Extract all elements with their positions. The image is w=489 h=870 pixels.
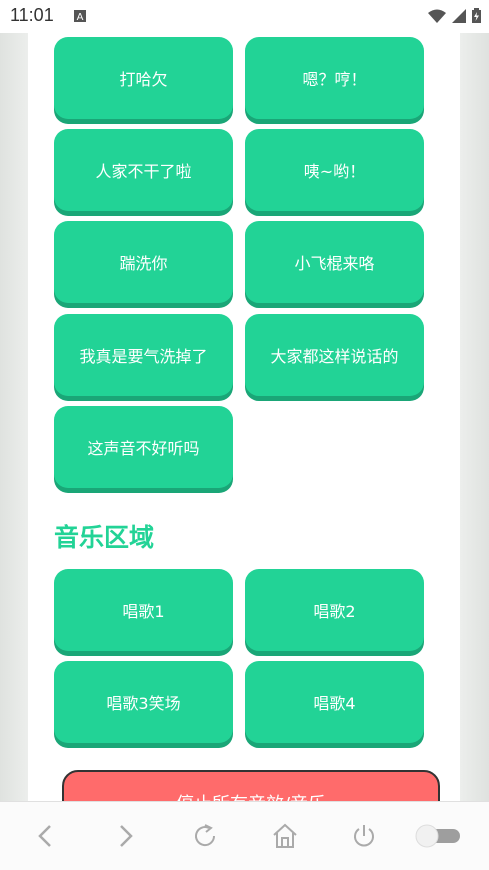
svg-text:A: A (77, 12, 84, 22)
refresh-icon[interactable] (191, 822, 219, 850)
sound-button-yawn[interactable]: 打哈欠 (54, 37, 233, 119)
sound-button-flying-stick[interactable]: 小飞棍来咯 (245, 221, 424, 303)
sound-button-kick[interactable]: 踹洗你 (54, 221, 233, 303)
forward-icon[interactable] (111, 822, 139, 850)
sound-button-hmm[interactable]: 嗯？哼！ (245, 37, 424, 119)
right-edge (460, 33, 489, 801)
home-icon[interactable] (271, 822, 299, 850)
sound-button-everyone-says[interactable]: 大家都这样说话的 (245, 314, 424, 396)
sound-button-yiyo[interactable]: 咦~哟！ (245, 129, 424, 211)
accessibility-icon: A (74, 10, 86, 22)
wifi-icon (428, 9, 446, 23)
power-icon[interactable] (350, 822, 378, 850)
status-icons (428, 8, 481, 23)
sound-button-refuse[interactable]: 人家不干了啦 (54, 129, 233, 211)
music-section-title: 音乐区域 (54, 523, 155, 552)
sound-button-angry[interactable]: 我真是要气洗掉了 (54, 314, 233, 396)
music-button-3[interactable]: 唱歌3笑场 (54, 661, 233, 743)
status-time: 11:01 (10, 5, 54, 25)
left-edge (0, 33, 28, 801)
status-bar: 11:01 A (0, 0, 489, 33)
browser-nav-bar (0, 801, 489, 870)
battery-icon (472, 8, 481, 23)
music-button-4[interactable]: 唱歌4 (245, 661, 424, 743)
page-content[interactable]: 打哈欠 嗯？哼！ 人家不干了啦 咦~哟！ 踹洗你 小飞棍来咯 我真是要气洗掉了 … (28, 33, 460, 801)
stop-all-button[interactable]: 停止所有音效/音乐 (62, 770, 440, 801)
sound-button-not-pleasant[interactable]: 这声音不好听吗 (54, 406, 233, 488)
music-button-1[interactable]: 唱歌1 (54, 569, 233, 651)
back-icon[interactable] (32, 822, 60, 850)
music-button-2[interactable]: 唱歌2 (245, 569, 424, 651)
toggle-switch[interactable] (414, 824, 462, 848)
signal-icon (452, 8, 466, 23)
